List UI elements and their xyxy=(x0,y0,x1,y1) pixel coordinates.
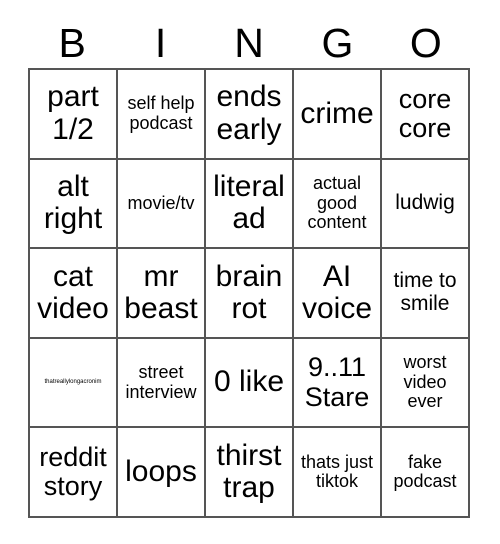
bingo-cell-i5[interactable]: loops xyxy=(118,428,206,518)
bingo-cell-label: literal ad xyxy=(213,170,285,236)
bingo-row-1: part 1/2 self help podcast ends early cr… xyxy=(30,70,470,160)
bingo-cell-label: 9..11 Stare xyxy=(304,352,370,412)
bingo-cell-label: part 1/2 xyxy=(47,80,99,146)
bingo-cell-g3[interactable]: AI voice xyxy=(294,249,382,339)
bingo-row-4: thatreallylongacronim street interview 0… xyxy=(30,338,470,429)
bingo-cell-label: brain rot xyxy=(215,259,283,325)
bingo-cell-g2[interactable]: actual good content xyxy=(294,159,382,250)
bingo-header-letter-i: I xyxy=(154,19,167,66)
bingo-cell-label: movie/tv xyxy=(127,192,195,213)
bingo-cell-label: loops xyxy=(125,454,197,488)
bingo-row-3: cat video mr beast brain rot AI voice ti… xyxy=(30,249,470,339)
bingo-cell-label: time to smile xyxy=(393,269,457,315)
bingo-row-5: reddit story loops thirst trap thats jus… xyxy=(30,428,470,518)
bingo-cell-label: cat video xyxy=(37,259,109,325)
bingo-cell-label: crime xyxy=(300,96,374,130)
bingo-cell-o3[interactable]: time to smile xyxy=(382,249,470,339)
bingo-cell-b2[interactable]: alt right xyxy=(30,159,118,250)
bingo-header-letter-n: N xyxy=(234,19,264,66)
bingo-cell-g1[interactable]: crime xyxy=(294,70,382,160)
bingo-cell-label: mr beast xyxy=(124,259,198,325)
bingo-cell-label: worst video ever xyxy=(403,352,447,412)
bingo-cell-i1[interactable]: self help podcast xyxy=(118,70,206,160)
bingo-cell-label: thats just tiktok xyxy=(300,451,374,492)
bingo-cell-o4[interactable]: worst video ever xyxy=(382,338,470,429)
bingo-cell-label: actual good content xyxy=(307,173,367,233)
bingo-cell-label: self help podcast xyxy=(127,93,195,133)
bingo-cell-o1[interactable]: core core xyxy=(382,70,470,160)
bingo-cell-label: reddit story xyxy=(39,442,107,502)
bingo-cell-label: ends early xyxy=(216,80,282,146)
bingo-grid: part 1/2 self help podcast ends early cr… xyxy=(28,68,470,518)
bingo-cell-i2[interactable]: movie/tv xyxy=(118,159,206,250)
bingo-header-letter-g: G xyxy=(321,19,354,66)
bingo-cell-b5[interactable]: reddit story xyxy=(30,428,118,518)
bingo-cell-g5[interactable]: thats just tiktok xyxy=(294,428,382,518)
bingo-cell-label: AI voice xyxy=(301,259,373,325)
bingo-cell-g4[interactable]: 9..11 Stare xyxy=(294,338,382,429)
bingo-card: B I N G O part 1/2 self help podcast end… xyxy=(0,0,500,544)
bingo-cell-n1[interactable]: ends early xyxy=(206,70,294,160)
bingo-cell-n5[interactable]: thirst trap xyxy=(206,428,294,518)
bingo-row-2: alt right movie/tv literal ad actual goo… xyxy=(30,159,470,250)
bingo-cell-label: thirst trap xyxy=(216,438,282,505)
bingo-cell-label: ludwig xyxy=(395,191,455,215)
bingo-cell-b4[interactable]: thatreallylongacronim xyxy=(30,338,118,429)
bingo-cell-label: street interview xyxy=(125,362,197,402)
bingo-cell-b1[interactable]: part 1/2 xyxy=(30,70,118,160)
bingo-cell-label: fake podcast xyxy=(393,451,457,492)
bingo-cell-label: thatreallylongacronim xyxy=(44,379,102,386)
bingo-cell-i4[interactable]: street interview xyxy=(118,338,206,429)
bingo-cell-label: alt right xyxy=(43,170,103,236)
bingo-cell-label: 0 like xyxy=(213,365,285,399)
bingo-header-letter-o: O xyxy=(409,19,442,66)
bingo-cell-b3[interactable]: cat video xyxy=(30,249,118,339)
bingo-header-row: B I N G O xyxy=(28,18,470,68)
bingo-header-letter-b: B xyxy=(58,19,86,66)
bingo-cell-i3[interactable]: mr beast xyxy=(118,249,206,339)
bingo-cell-n3[interactable]: brain rot xyxy=(206,249,294,339)
bingo-cell-o5[interactable]: fake podcast xyxy=(382,428,470,518)
bingo-cell-label: core core xyxy=(398,83,452,143)
bingo-cell-n2[interactable]: literal ad xyxy=(206,159,294,250)
bingo-cell-o2[interactable]: ludwig xyxy=(382,159,470,250)
bingo-cell-n4[interactable]: 0 like xyxy=(206,338,294,429)
